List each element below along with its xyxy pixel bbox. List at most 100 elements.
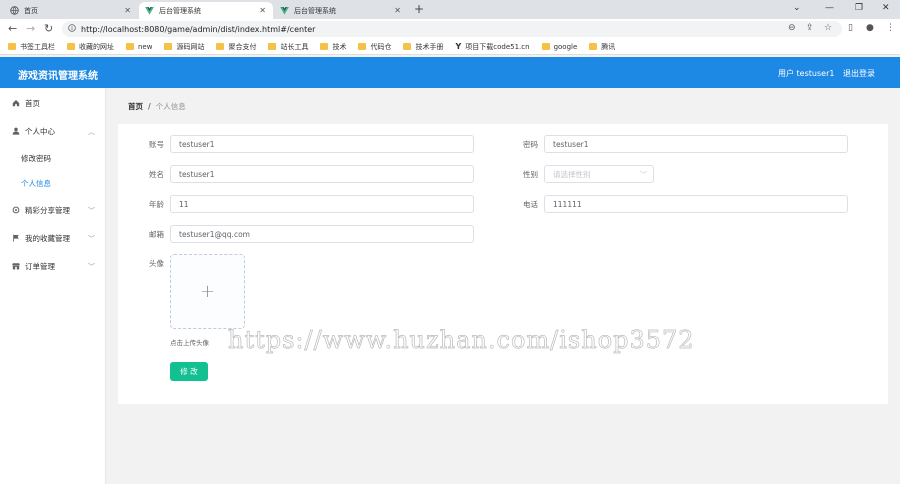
site-info-icon[interactable] (68, 24, 76, 34)
tab-label: 后台管理系统 (294, 6, 336, 15)
tab-label: 后台管理系统 (159, 6, 201, 15)
chevron-down-icon: ﹀ (88, 207, 95, 215)
sidebar-item-personal-info[interactable]: 个人信息 (0, 170, 106, 196)
new-tab-icon[interactable]: + (414, 2, 424, 16)
share-icon[interactable]: ⇪ (806, 23, 814, 33)
bookmark-folder[interactable]: 技术手册 (403, 42, 443, 52)
menu-dots-icon[interactable]: ⋮ (886, 23, 895, 33)
submit-button[interactable]: 修 改 (170, 362, 208, 381)
folder-icon (403, 43, 412, 50)
sidebar-item-change-password[interactable]: 修改密码 (0, 145, 106, 171)
back-arrow-icon[interactable]: ← (8, 22, 17, 36)
minimize-icon[interactable]: — (825, 3, 834, 13)
avatar-label: 头像 (149, 259, 164, 268)
browser-tab-admin[interactable]: 后台管理系统 ✕ (274, 2, 408, 19)
browser-tab-admin-active[interactable]: 后台管理系统 ✕ (139, 2, 273, 19)
chevron-down-icon: ﹀ (88, 235, 95, 243)
folder-icon (320, 43, 329, 50)
account-input[interactable] (170, 135, 474, 153)
name-input[interactable] (170, 165, 474, 183)
close-window-icon[interactable]: ✕ (882, 3, 890, 13)
breadcrumb-separator: / (148, 102, 151, 111)
phone-input[interactable] (544, 195, 848, 213)
chevron-down-icon: ﹀ (640, 171, 647, 179)
user-icon (12, 127, 20, 135)
plus-icon: + (199, 281, 216, 302)
sidebar-item-order-management[interactable]: 订单管理 ﹀ (0, 252, 106, 280)
bookmark-folder[interactable]: new (126, 43, 152, 51)
bookmark-link[interactable]: Y 项目下载code51.cn (455, 42, 529, 52)
folder-icon (541, 43, 550, 50)
browser-tab-home[interactable]: 首页 ✕ (4, 2, 138, 19)
close-tab-icon[interactable]: ✕ (259, 6, 266, 15)
settings-icon (12, 206, 20, 214)
avatar-uploader[interactable]: + (170, 254, 245, 329)
bookmark-folder[interactable]: google (541, 43, 577, 51)
phone-label: 电话 (523, 200, 538, 209)
sidebar-item-personal-center[interactable]: 个人中心 ︿ (0, 117, 106, 145)
breadcrumb: 首页 / 个人信息 (128, 101, 186, 112)
bookmark-folder[interactable]: 书签工具栏 (8, 42, 55, 52)
age-input[interactable] (170, 195, 474, 213)
bookmark-folder[interactable]: 技术 (320, 42, 346, 52)
folder-icon (8, 43, 16, 50)
shop-icon (12, 262, 20, 270)
sidebar-item-favorites-management[interactable]: 我的收藏管理 ﹀ (0, 224, 106, 252)
bookmark-folder[interactable]: 腾讯 (589, 42, 615, 52)
email-label: 邮箱 (149, 230, 164, 239)
reload-icon[interactable]: ↻ (44, 22, 53, 36)
bookmark-folder[interactable]: 收藏的网址 (67, 42, 114, 52)
y-logo-icon: Y (455, 42, 462, 51)
current-user-label: 用户 testuser1 (778, 69, 835, 78)
folder-icon (268, 43, 277, 50)
home-icon (12, 99, 20, 107)
age-label: 年龄 (149, 200, 164, 209)
bookmark-folder[interactable]: 源码网站 (164, 42, 204, 52)
main-content: 首页 / 个人信息 账号 密码 姓名 性别 请选择性别 ﹀ 年龄 电话 邮箱 头… (106, 88, 900, 484)
password-input[interactable] (544, 135, 848, 153)
bookmark-folder[interactable]: 代码仓 (358, 42, 391, 52)
bookmark-star-icon[interactable]: ☆ (824, 23, 832, 33)
sidebar-item-share-management[interactable]: 精彩分享管理 ﹀ (0, 196, 106, 224)
chevron-down-icon: ﹀ (88, 263, 95, 271)
folder-icon (126, 43, 134, 50)
close-tab-icon[interactable]: ✕ (124, 6, 131, 15)
tab-search-chevron-icon[interactable]: ⌄ (793, 3, 801, 13)
folder-icon (589, 43, 598, 50)
url-text[interactable]: http://localhost:8080/game/admin/dist/in… (81, 25, 315, 34)
password-label: 密码 (523, 140, 538, 149)
profile-form-card: 账号 密码 姓名 性别 请选择性别 ﹀ 年龄 电话 邮箱 头像 + 点击上传头像… (118, 124, 888, 404)
gender-select[interactable]: 请选择性别 ﹀ (544, 165, 654, 183)
breadcrumb-current: 个人信息 (155, 102, 186, 111)
breadcrumb-home[interactable]: 首页 (128, 101, 143, 112)
sidebar-item-home[interactable]: 首页 (0, 89, 106, 117)
app-header: 游戏资讯管理系统 用户 testuser1 退出登录 (0, 57, 900, 88)
side-panel-icon[interactable]: ▯ (848, 23, 853, 33)
logout-link[interactable]: 退出登录 (843, 68, 875, 79)
vue-logo-icon (145, 6, 154, 15)
folder-icon (67, 43, 75, 50)
browser-tab-bar: 首页 ✕ 后台管理系统 ✕ 后台管理系统 ✕ + ⌄ — ❐ ✕ (0, 0, 900, 19)
email-input[interactable] (170, 225, 474, 243)
gender-placeholder: 请选择性别 (553, 169, 591, 179)
restore-icon[interactable]: ❐ (855, 3, 863, 13)
folder-icon (164, 43, 173, 50)
tab-label: 首页 (24, 6, 38, 15)
folder-icon (358, 43, 367, 50)
close-tab-icon[interactable]: ✕ (394, 6, 401, 15)
upload-tip: 点击上传头像 (170, 339, 209, 347)
bookmark-folder[interactable]: 聚合支付 (216, 42, 256, 52)
profile-icon[interactable]: ● (866, 23, 874, 33)
chevron-up-icon: ︿ (88, 128, 95, 136)
zoom-icon[interactable]: ⊖ (788, 23, 796, 33)
bookmarks-bar: 书签工具栏 收藏的网址 new 源码网站 聚合支付 站长工具 技术 代码仓 技术… (0, 39, 900, 55)
sidebar-menu: 首页 个人中心 ︿ 修改密码 个人信息 精彩分享管理 ﹀ 我的收藏管理 ﹀ 订单… (0, 88, 106, 484)
forward-arrow-icon[interactable]: → (26, 22, 35, 36)
omnibox[interactable]: http://localhost:8080/game/admin/dist/in… (62, 21, 842, 37)
gender-label: 性别 (523, 170, 538, 179)
bookmark-folder[interactable]: 站长工具 (268, 42, 308, 52)
account-label: 账号 (149, 140, 164, 149)
folder-icon (216, 43, 225, 50)
app-title: 游戏资讯管理系统 (18, 71, 98, 82)
globe-icon (10, 6, 19, 15)
